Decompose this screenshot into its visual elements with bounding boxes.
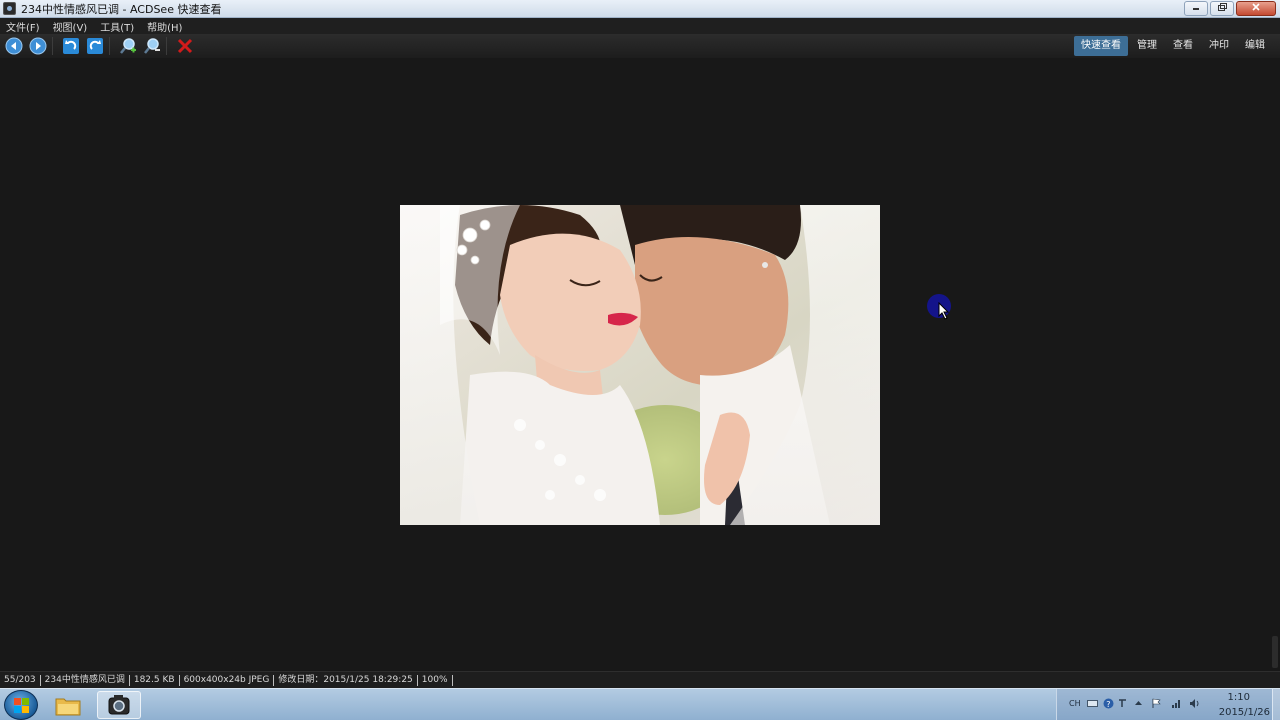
clock-date[interactable]: 2015/1/26 (1219, 707, 1270, 718)
system-tray: CH ? 1:10 2015/1/26 (1056, 689, 1280, 720)
menu-help[interactable]: 帮助(H) (147, 19, 182, 34)
clock-time[interactable]: 1:10 (1228, 692, 1250, 703)
mode-tab-quick-view[interactable]: 快速查看 (1074, 36, 1128, 56)
start-button[interactable] (4, 690, 38, 720)
previous-icon (5, 37, 23, 55)
taskbar-acdsee-button[interactable] (97, 691, 141, 719)
status-zoom: 100% (418, 674, 453, 686)
toolbar: 快速查看 管理 查看 冲印 编辑 (0, 34, 1280, 58)
acdsee-quick-view-window: 234中性情感风已调 - ACDSee 快速查看 文件(F) 视图(V) 工具(… (0, 0, 1280, 720)
mouse-cursor-icon (938, 302, 950, 320)
rotate-left-icon (63, 38, 79, 54)
toolbar-separator (109, 37, 110, 55)
rotate-right-icon (87, 38, 103, 54)
zoom-in-icon (120, 38, 136, 54)
title-bar[interactable]: 234中性情感风已调 - ACDSee 快速查看 (0, 0, 1280, 18)
show-hidden-icons-icon[interactable] (1133, 698, 1144, 709)
windows-explorer-icon (55, 698, 81, 716)
ime-options-icon[interactable] (1117, 698, 1128, 709)
status-modified-date: 修改日期：2015/1/25 18:29:25 (274, 674, 418, 686)
restore-icon (1218, 3, 1227, 11)
help-icon[interactable]: ? (1103, 698, 1114, 709)
displayed-photo[interactable] (400, 205, 880, 525)
status-filesize: 182.5 KB (130, 674, 180, 686)
svg-text:?: ? (1106, 700, 1110, 709)
toolbar-separator (166, 37, 167, 55)
menu-bar: 文件(F) 视图(V) 工具(T) 帮助(H) (0, 18, 1280, 34)
mode-tab-manage[interactable]: 管理 (1130, 36, 1164, 56)
mode-tab-edit[interactable]: 编辑 (1238, 36, 1272, 56)
zoom-in-button[interactable] (118, 36, 138, 56)
windows-taskbar: CH ? 1:10 2015/1/26 (0, 688, 1280, 720)
mode-tab-print[interactable]: 冲印 (1202, 36, 1236, 56)
previous-button[interactable] (4, 36, 24, 56)
delete-button[interactable] (175, 36, 195, 56)
status-filename: 234中性情感风已调 (41, 674, 130, 686)
menu-file[interactable]: 文件(F) (6, 19, 40, 34)
window-title: 234中性情感风已调 - ACDSee 快速查看 (21, 2, 222, 16)
keyboard-icon[interactable] (1087, 698, 1098, 709)
input-language-indicator[interactable]: CH (1069, 699, 1081, 708)
mode-tab-view[interactable]: 查看 (1166, 36, 1200, 56)
zoom-out-button[interactable] (142, 36, 162, 56)
action-center-flag-icon[interactable] (1151, 698, 1162, 709)
taskbar-explorer-button[interactable] (46, 691, 90, 719)
wedding-photo-image (400, 205, 880, 525)
scrollbar-grip[interactable] (1272, 636, 1278, 668)
rotate-left-button[interactable] (61, 36, 81, 56)
minimize-icon (1193, 8, 1199, 10)
minimize-button[interactable] (1184, 1, 1208, 16)
image-viewer[interactable] (0, 58, 1280, 671)
maximize-button[interactable] (1210, 1, 1234, 16)
zoom-out-icon (144, 38, 160, 54)
acdsee-icon (108, 695, 130, 715)
status-dimensions: 600x400x24b JPEG (180, 674, 275, 686)
close-button[interactable] (1236, 1, 1276, 16)
network-icon[interactable] (1171, 698, 1182, 709)
window-controls (1184, 1, 1276, 16)
next-button[interactable] (28, 36, 48, 56)
delete-icon (177, 38, 193, 54)
mode-tabs: 快速查看 管理 查看 冲印 编辑 (1074, 36, 1272, 56)
acdsee-app-icon[interactable] (3, 2, 16, 15)
menu-view[interactable]: 视图(V) (53, 19, 88, 34)
next-icon (29, 37, 47, 55)
show-desktop-button[interactable] (1272, 689, 1280, 720)
status-bar: 55/203 234中性情感风已调 182.5 KB 600x400x24b J… (0, 671, 1280, 688)
volume-icon[interactable] (1189, 698, 1200, 709)
toolbar-separator (52, 37, 53, 55)
close-icon (1252, 3, 1260, 11)
menu-tools[interactable]: 工具(T) (100, 19, 134, 34)
rotate-right-button[interactable] (85, 36, 105, 56)
status-index: 55/203 (0, 674, 41, 686)
